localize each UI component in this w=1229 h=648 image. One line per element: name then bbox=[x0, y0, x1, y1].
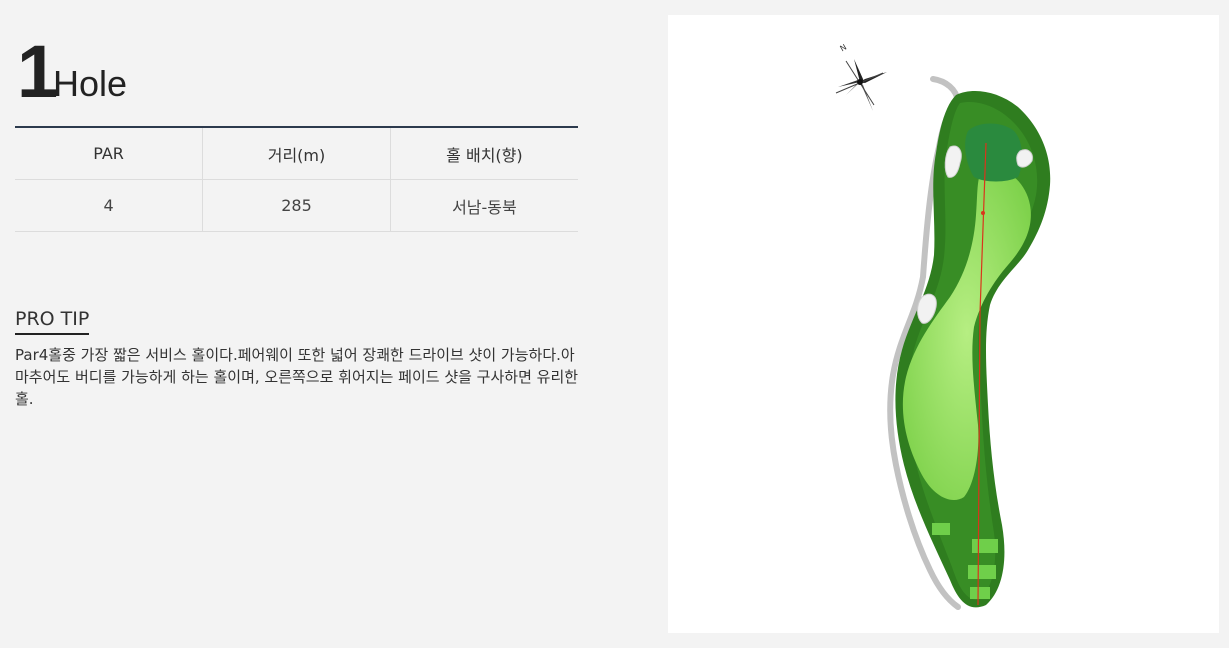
aim-point bbox=[981, 211, 985, 215]
pro-tip-heading: PRO TIP bbox=[15, 306, 90, 335]
hole-info-table: PAR 거리(m) 홀 배치(향) 4 285 서남-동북 bbox=[15, 126, 578, 232]
tee-box bbox=[968, 565, 996, 579]
compass-north-label: N bbox=[839, 43, 849, 54]
hole-number: 1 bbox=[17, 30, 58, 113]
tee-box bbox=[970, 587, 990, 599]
table-row: 4 285 서남-동북 bbox=[15, 179, 578, 232]
distance-value: 285 bbox=[202, 179, 391, 232]
direction-value: 서남-동북 bbox=[389, 179, 578, 232]
hole-label: Hole bbox=[53, 63, 128, 104]
tee-box bbox=[972, 539, 998, 553]
column-header-distance: 거리(m) bbox=[202, 127, 391, 180]
hole-map: N bbox=[668, 15, 1219, 633]
putting-green bbox=[965, 123, 1023, 182]
column-header-direction: 홀 배치(향) bbox=[389, 127, 578, 180]
hole-map-graphic: N bbox=[835, 43, 1051, 610]
tee-box bbox=[932, 523, 950, 535]
par-value: 4 bbox=[15, 179, 203, 232]
table-header-row: PAR 거리(m) 홀 배치(향) bbox=[15, 127, 578, 180]
pro-tip-text: Par4홀중 가장 짧은 서비스 홀이다.페어웨이 또한 넓어 장쾌한 드라이브… bbox=[15, 346, 579, 408]
column-header-par: PAR bbox=[15, 127, 203, 180]
compass-icon: N bbox=[835, 43, 887, 111]
